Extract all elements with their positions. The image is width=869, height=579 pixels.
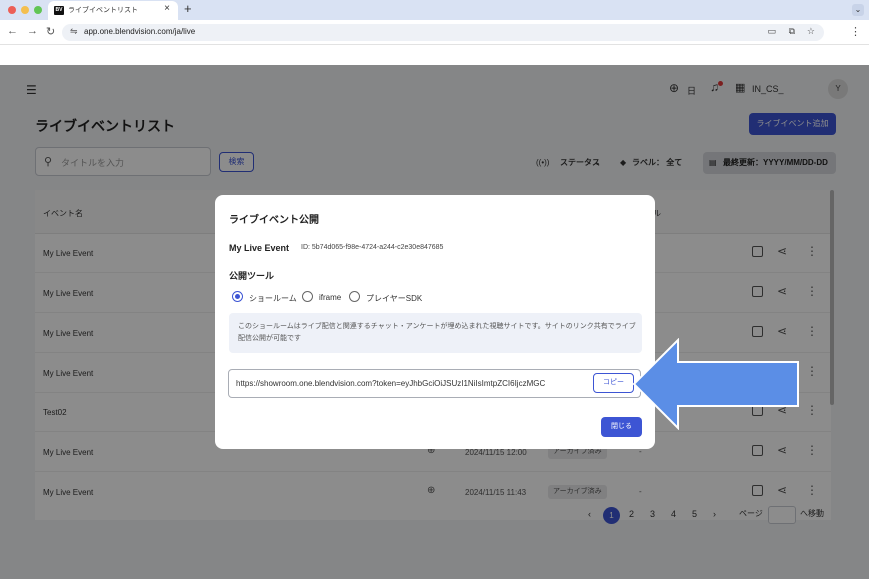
info-text: このショールームはライブ配信と関連するチャット・アンケートが埋め込まれた視聴サイ…: [238, 323, 636, 342]
url-text: app.one.blendvision.com/ja/live: [84, 27, 196, 36]
browser-menu-icon[interactable]: ⋮: [850, 25, 861, 38]
forward-arrow-icon[interactable]: →: [27, 25, 38, 37]
copy-button[interactable]: コピー: [593, 373, 634, 393]
close-window-button[interactable]: [8, 6, 16, 14]
minimize-window-button[interactable]: [21, 6, 29, 14]
cast-icon[interactable]: ▭: [767, 26, 776, 37]
event-name: My Live Event: [229, 243, 290, 253]
new-tab-button[interactable]: +: [184, 1, 192, 16]
radio-showroom[interactable]: [232, 291, 243, 302]
back-arrow-icon[interactable]: ←: [7, 25, 18, 37]
browser-address-bar: ← → ↻ ⇋ app.one.blendvision.com/ja/live …: [0, 20, 869, 45]
tab-favicon-icon: BV: [54, 6, 64, 15]
info-box: このショールームはライブ配信と関連するチャット・アンケートが埋め込まれた視聴サイ…: [229, 313, 642, 353]
translate-icon[interactable]: ⧉: [789, 26, 795, 37]
tab-close-icon[interactable]: ×: [164, 3, 170, 14]
bookmark-star-icon[interactable]: ☆: [807, 26, 815, 37]
radio-showroom-label[interactable]: ショールーム: [249, 293, 297, 304]
callout-arrow-icon: [632, 338, 799, 430]
publish-tools-label: 公開ツール: [229, 271, 275, 281]
radio-iframe[interactable]: [302, 291, 313, 302]
maximize-window-button[interactable]: [34, 6, 42, 14]
reload-icon[interactable]: ↻: [46, 25, 55, 38]
publish-live-event-dialog: ライブイベント公開 My Live Event ID: 5b74d065-f98…: [215, 195, 655, 449]
radio-player-sdk[interactable]: [349, 291, 360, 302]
site-settings-icon[interactable]: ⇋: [70, 26, 78, 37]
browser-tab-bar: BV ライブイベントリスト × + ⌄: [0, 0, 869, 20]
tab-title: ライブイベントリスト: [68, 7, 138, 14]
tab-search-icon[interactable]: ⌄: [852, 4, 864, 16]
event-id: ID: 5b74d065-f98e-4724-a244-c2e30e847685: [301, 244, 444, 251]
share-url-field[interactable]: https://showroom.one.blendvision.com?tok…: [228, 369, 641, 398]
browser-content-top: [0, 45, 869, 65]
dialog-title: ライブイベント公開: [229, 215, 319, 226]
url-field[interactable]: ⇋ app.one.blendvision.com/ja/live ▭ ⧉ ☆: [62, 24, 824, 41]
share-url-text: https://showroom.one.blendvision.com?tok…: [236, 379, 546, 388]
radio-iframe-label[interactable]: iframe: [319, 293, 341, 302]
radio-player-sdk-label[interactable]: プレイヤーSDK: [366, 293, 422, 304]
browser-tab[interactable]: BV ライブイベントリスト ×: [48, 1, 178, 20]
